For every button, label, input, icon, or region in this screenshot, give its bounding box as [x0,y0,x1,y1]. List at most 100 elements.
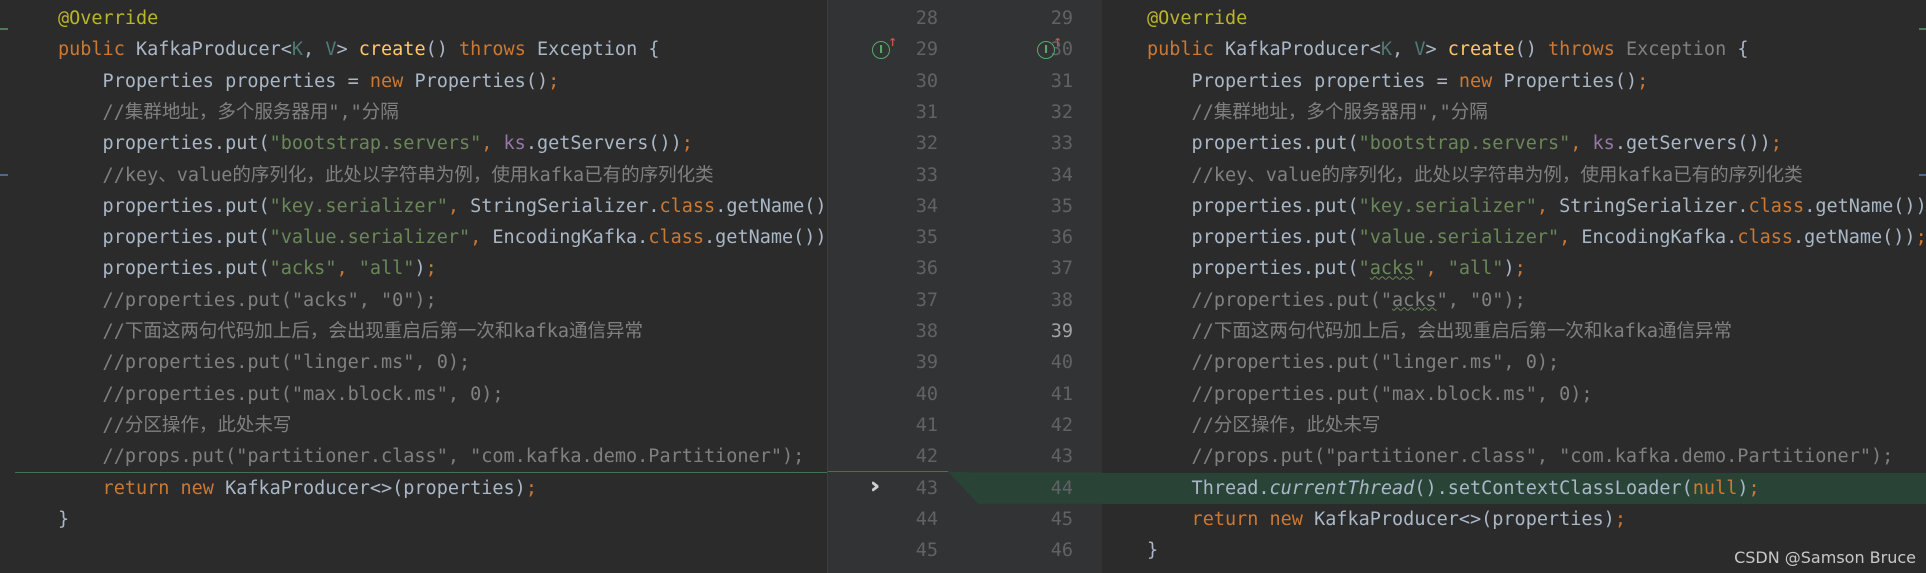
code-token: return new [58,477,226,499]
code-token: () [1514,39,1548,61]
right-line-number: 38 [1050,289,1073,311]
code-token: , [470,227,493,249]
code-token: "bootstrap.servers" [269,133,482,155]
code-token: ) [1503,258,1515,280]
left-code-line: properties.put("bootstrap.servers", ks.g… [0,128,827,159]
left-code-line: //properties.put("max.block.ms", 0); [0,379,827,410]
code-token: Properties properties = [58,70,370,92]
right-line-number: 35 [1050,195,1073,217]
code-token: //下面这两句代码加上后，会出现重启后第一次和kafka通信异常 [58,321,644,342]
left-line-number: 36 [915,258,938,280]
code-token: //properties.put("linger.ms", 0); [1147,352,1560,374]
code-token: , [1536,195,1560,217]
override-arrow-icon: ↑ [888,36,898,50]
code-token: K [1380,39,1393,61]
left-line-number: 30 [915,70,938,92]
right-code-line: public KafkaProducer<K, V> create() thro… [1102,34,1926,65]
code-token: //properties.put("acks", "0"); [58,289,437,311]
code-token: ().setContextClassLoader( [1414,477,1693,499]
code-token: currentThread [1269,477,1415,499]
code-token: create [358,39,426,61]
code-token: "key.serializer" [1358,195,1537,217]
code-token: Thread. [1147,477,1270,499]
code-token: () [425,39,459,61]
code-token: properties.put( [58,133,270,155]
code-token: , [447,195,471,217]
code-token: KafkaProducer<>(properties) [1314,508,1615,530]
code-token: EncodingKafka. [1581,227,1738,249]
right-code-line: properties.put("acks", "all"); [1102,253,1926,284]
code-token: , [481,133,504,155]
right-line-number: 46 [1050,540,1073,562]
code-token: properties.put( [1147,258,1359,280]
code-token: properties.put( [1147,227,1359,249]
code-token: , [1392,39,1415,61]
left-editor-pane[interactable]: @Override public KafkaProducer<K, V> crea… [0,0,827,573]
code-token: ; [1915,227,1926,249]
code-token: ) [414,258,426,280]
override-arrow-icon: ↑ [1053,36,1063,50]
code-token: K [291,39,304,61]
scroll-change-marker [0,174,8,176]
right-code-line: //key、value的序列化，此处以字符串为例，使用kafka已有的序列化类 [1102,160,1926,191]
code-token: } [58,508,70,530]
code-token: //分区操作，此处未写 [1147,414,1381,436]
left-line-number: 33 [915,164,938,186]
right-line-number: 36 [1050,227,1073,249]
left-line-number: 32 [915,133,938,155]
scroll-change-marker [0,28,8,30]
right-code-line: @Override [1102,3,1926,34]
code-token: , [303,39,326,61]
right-code-line: properties.put("key.serializer", StringS… [1102,191,1926,222]
right-code-line: //下面这两句代码加上后，会出现重启后第一次和kafka通信异常 [1102,316,1926,347]
code-token: ; [1514,258,1526,280]
code-token: //集群地址，多个服务器用","分隔 [58,101,399,123]
code-token: V [1414,39,1426,61]
code-token: Properties properties = [1147,70,1459,92]
code-token: .getServers()) [1614,133,1771,155]
code-token: properties.put( [58,227,270,249]
code-token: ; [681,133,693,155]
left-code-line: public KafkaProducer<K, V> create() thro… [0,34,827,65]
right-code-line: properties.put("bootstrap.servers", ks.g… [1102,128,1926,159]
code-token: public [58,39,136,61]
code-token: public [1147,39,1225,61]
code-token: ; [1637,70,1649,92]
code-token: properties.put( [58,195,270,217]
code-token: Properties() [414,70,549,92]
scroll-change-marker [1919,28,1926,30]
code-token: { [1737,39,1749,61]
code-token: "all" [358,258,415,280]
code-token: class [1748,195,1805,217]
left-line-number: 34 [915,195,938,217]
code-token: ; [1770,133,1782,155]
left-code-line [0,535,827,566]
right-line-number: 42 [1050,414,1073,436]
right-line-number: 43 [1050,446,1073,468]
code-token: ks [1592,133,1615,155]
code-token: acks [1392,289,1437,311]
right-line-number: 41 [1050,383,1073,405]
right-line-number: 37 [1050,258,1073,280]
code-token: //集群地址，多个服务器用","分隔 [1147,101,1488,123]
code-token: "bootstrap.servers" [1358,133,1571,155]
double-chevron-right-icon[interactable]: ›› [870,474,881,499]
code-token: > [1425,39,1448,61]
code-token: StringSerializer. [470,195,660,217]
watermark: CSDN @Samson Bruce [1734,548,1916,567]
right-line-number: 34 [1050,164,1073,186]
code-token: EncodingKafka. [492,227,649,249]
left-code-line: Properties properties = new Properties()… [0,66,827,97]
code-token: Exception { [536,39,660,61]
code-token: //props.put("partitioner.class", "com.ka… [1147,446,1894,468]
left-line-number: 31 [915,101,938,123]
code-token: Properties() [1503,70,1638,92]
code-token: , [1425,258,1448,280]
right-code-line: //分区操作，此处未写 [1102,410,1926,441]
diff-gutter: 28 29 30 31 32 33 34 35 36 37 38 39 40 41 42 43 44 45 29 30… [827,0,1104,573]
right-editor-pane[interactable]: @Override public KafkaProducer<K, V> crea… [1102,0,1926,573]
left-code-line: //分区操作，此处未写 [0,410,827,441]
code-token: //props.put("partitioner.class", "com.ka… [58,446,805,468]
right-line-number: 29 [1050,8,1073,29]
code-token: properties.put( [1147,133,1359,155]
